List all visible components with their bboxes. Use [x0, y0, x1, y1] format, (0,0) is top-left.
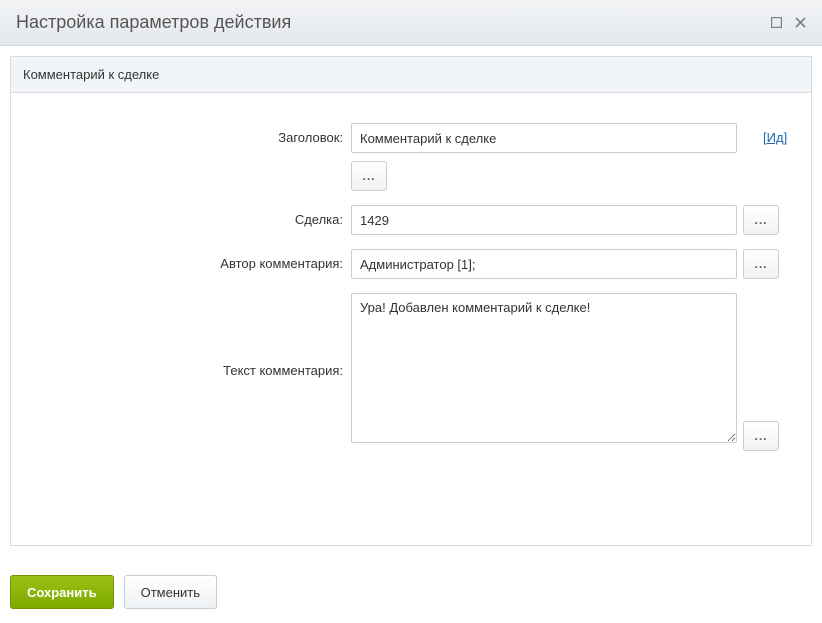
comment-textarea[interactable]: [351, 293, 737, 443]
save-button[interactable]: Сохранить: [10, 575, 114, 609]
title-more-button[interactable]: ...: [351, 161, 387, 191]
dialog-header: Настройка параметров действия: [0, 0, 822, 46]
title-label: Заголовок:: [31, 123, 351, 145]
cancel-button[interactable]: Отменить: [124, 575, 217, 609]
author-label: Автор комментария:: [31, 249, 351, 271]
panel: Комментарий к сделке Заголовок: ... [Ид]: [10, 56, 812, 546]
row-title: Заголовок: ... [Ид]: [31, 123, 791, 191]
dialog-footer: Сохранить Отменить: [0, 565, 822, 623]
panel-body: Заголовок: ... [Ид] Сделка:: [11, 93, 811, 545]
window-controls: [770, 17, 806, 29]
row-deal: Сделка: ...: [31, 205, 791, 235]
id-link[interactable]: Ид: [767, 130, 784, 145]
deal-label: Сделка:: [31, 205, 351, 227]
author-field-wrap: ...: [351, 249, 791, 279]
author-input[interactable]: [351, 249, 737, 279]
row-comment: Текст комментария: ...: [31, 293, 791, 451]
row-author: Автор комментария: ...: [31, 249, 791, 279]
comment-field-wrap: ...: [351, 293, 791, 451]
deal-input[interactable]: [351, 205, 737, 235]
title-input[interactable]: [351, 123, 737, 153]
deal-more-button[interactable]: ...: [743, 205, 779, 235]
comment-more-button[interactable]: ...: [743, 421, 779, 451]
deal-field-wrap: ...: [351, 205, 791, 235]
title-field-wrap: ... [Ид]: [351, 123, 791, 191]
dialog-title: Настройка параметров действия: [16, 12, 291, 33]
id-link-wrap: [Ид]: [743, 123, 787, 145]
maximize-icon[interactable]: [770, 17, 782, 29]
author-more-button[interactable]: ...: [743, 249, 779, 279]
close-icon[interactable]: [794, 17, 806, 29]
dialog-window: Настройка параметров действия Комментари…: [0, 0, 822, 623]
comment-label: Текст комментария:: [31, 293, 351, 378]
dialog-content: Комментарий к сделке Заголовок: ... [Ид]: [0, 46, 822, 565]
panel-title: Комментарий к сделке: [11, 57, 811, 93]
